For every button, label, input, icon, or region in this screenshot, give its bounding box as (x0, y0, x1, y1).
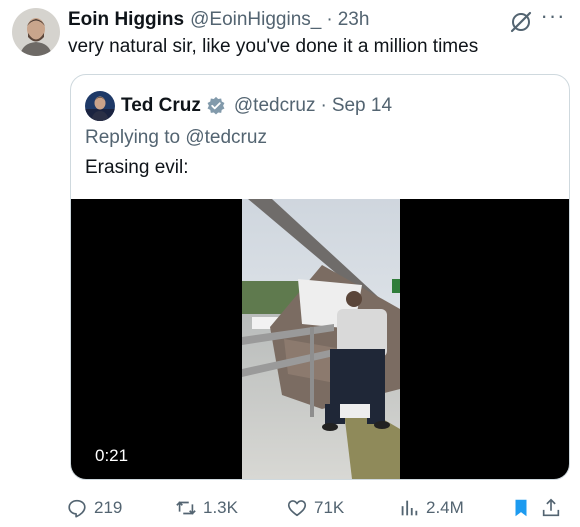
verified-badge-icon (207, 96, 225, 115)
quoted-tweet-header: Ted Cruz @tedcruz · Sep 14 (121, 93, 392, 119)
quoted-tweet-card[interactable]: Ted Cruz @tedcruz · Sep 14 Replying to @… (70, 74, 570, 480)
bookmark-icon (515, 499, 527, 517)
views-button[interactable]: 2.4M (398, 494, 464, 522)
reply-icon (68, 499, 86, 518)
author-avatar[interactable] (12, 8, 60, 56)
reply-button[interactable]: 219 (66, 494, 122, 522)
quoted-tweet-text: Erasing evil: (85, 157, 189, 178)
reply-count: 219 (94, 498, 123, 517)
replying-to-label: Replying to (85, 127, 181, 148)
video-thumbnail (242, 199, 400, 479)
quoted-author-name[interactable]: Ted Cruz (121, 95, 201, 117)
replying-to-handle[interactable]: @tedcruz (185, 127, 267, 148)
like-button[interactable]: 71K (286, 494, 344, 522)
separator-dot: · (326, 9, 333, 30)
author-name[interactable]: Eoin Higgins (68, 9, 184, 31)
views-count: 2.4M (426, 498, 464, 517)
tweet-header: Eoin Higgins @EoinHiggins_ · 23h (68, 8, 369, 32)
video-frame (242, 199, 400, 479)
quoted-author-avatar[interactable] (85, 91, 115, 121)
replying-to-line: Replying to @tedcruz (85, 125, 267, 151)
share-icon (542, 498, 560, 517)
like-count: 71K (314, 498, 345, 517)
retweet-count: 1.3K (203, 498, 238, 517)
share-button[interactable] (540, 494, 562, 522)
grok-icon[interactable] (508, 9, 534, 35)
quoted-author-avatar-image (85, 91, 115, 121)
author-avatar-image (12, 8, 60, 56)
quoted-tweet-date[interactable]: Sep 14 (332, 95, 392, 117)
tweet-action-bar: 219 1.3K 71K 2.4M (66, 494, 572, 522)
video-player[interactable]: 0:21 (71, 199, 569, 479)
heart-icon (287, 500, 307, 517)
retweet-button[interactable]: 1.3K (175, 494, 238, 522)
views-chart-icon (401, 500, 418, 516)
bookmark-button[interactable] (510, 494, 532, 522)
tweet-text: very natural sir, like you've done it a … (68, 36, 479, 57)
separator-dot: · (320, 95, 327, 116)
video-duration-badge: 0:21 (87, 442, 137, 470)
quoted-author-handle[interactable]: @tedcruz (234, 95, 316, 117)
author-handle[interactable]: @EoinHiggins_ (190, 9, 321, 31)
tweet-time[interactable]: 23h (338, 9, 370, 31)
more-icon[interactable]: ··· (540, 5, 566, 29)
retweet-icon (176, 501, 196, 515)
